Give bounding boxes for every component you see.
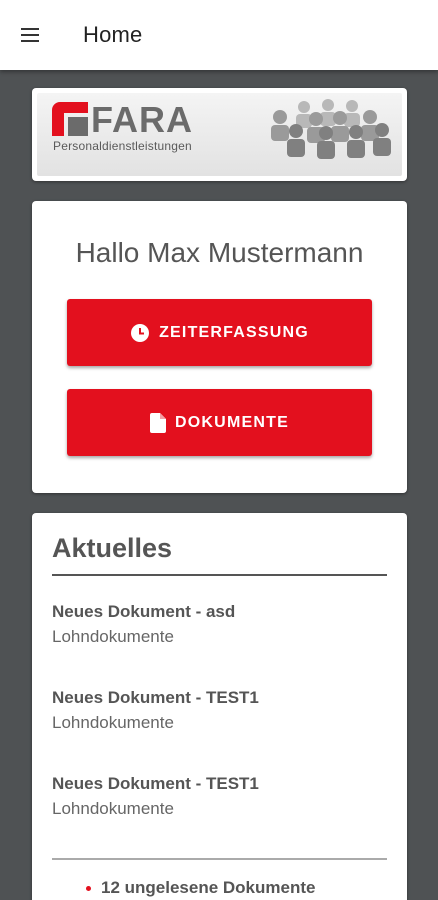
news-card: Aktuelles Neues Dokument - asd Lohndokum… (32, 513, 407, 900)
news-item-title: Neues Dokument - TEST1 (52, 774, 259, 793)
time-tracking-label: ZEITERFASSUNG (159, 323, 309, 341)
logo-brand: FARA (91, 99, 193, 140)
news-item-title: Neues Dokument - TEST1 (52, 688, 259, 707)
hamburger-icon (21, 28, 39, 42)
news-item-category: Lohndokumente (52, 713, 174, 732)
clock-icon (131, 323, 150, 342)
news-item[interactable]: Neues Dokument - TEST1 Lohndokumente (52, 774, 387, 834)
logo-card: FARA Personaldienstleistungen (32, 88, 407, 181)
greeting-text: Hallo Max Mustermann (75, 237, 364, 268)
unread-documents-label: 12 ungelesene Dokumente (101, 878, 316, 897)
main-content: FARA Personaldienstleistungen Hallo Max … (0, 70, 438, 900)
divider (52, 858, 387, 860)
news-item-title: Neues Dokument - asd (52, 602, 236, 621)
news-title: Aktuelles (52, 533, 387, 576)
page-title: Home (83, 22, 143, 47)
fara-logo: FARA Personaldienstleistungen (37, 93, 402, 176)
documents-button[interactable]: DOKUMENTE (67, 389, 372, 456)
welcome-card: Hallo Max Mustermann ZEITERFASSUNG DOKUM… (32, 201, 407, 493)
document-icon (150, 412, 167, 433)
unread-documents-link[interactable]: 12 ungelesene Dokumente (86, 878, 387, 898)
logo-subtitle: Personaldienstleistungen (53, 139, 192, 153)
app-bar: Home (0, 0, 438, 70)
menu-button[interactable] (0, 0, 60, 70)
people-group-icon (271, 99, 391, 159)
news-item[interactable]: Neues Dokument - TEST1 Lohndokumente (52, 688, 387, 748)
bullet-icon (86, 885, 91, 891)
documents-label: DOKUMENTE (175, 413, 289, 431)
time-tracking-button[interactable]: ZEITERFASSUNG (67, 299, 372, 366)
news-item-category: Lohndokumente (52, 627, 174, 646)
news-item[interactable]: Neues Dokument - asd Lohndokumente (52, 602, 387, 662)
fara-logo-mark (52, 102, 88, 136)
news-item-category: Lohndokumente (52, 799, 174, 818)
